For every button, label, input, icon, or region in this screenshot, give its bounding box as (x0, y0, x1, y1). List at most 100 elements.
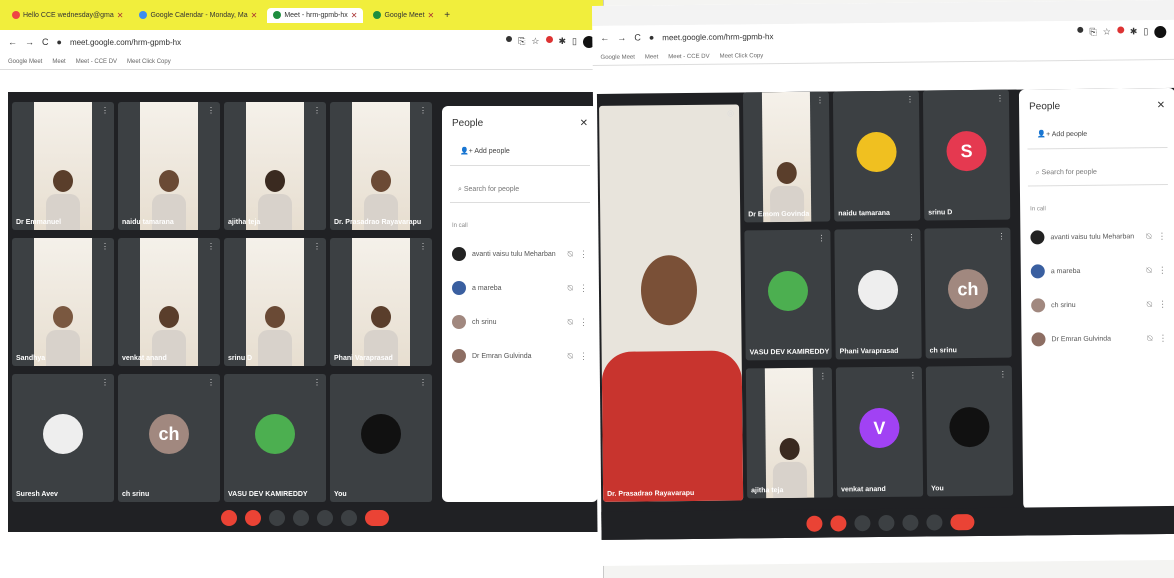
mic-toggle-button[interactable] (806, 515, 823, 532)
close-tab-icon[interactable]: ✕ (351, 11, 358, 20)
camera-indicator-icon[interactable] (506, 36, 513, 42)
bookmark-item[interactable]: Google Meet (601, 54, 635, 60)
bookmark-item[interactable]: Meet (52, 59, 65, 65)
captions-button[interactable] (269, 510, 285, 526)
reload-icon[interactable]: C (634, 32, 641, 42)
bookmark-item[interactable]: Google Meet (8, 59, 42, 65)
participant-list-item[interactable]: avanti vaisu tulu Meharban ⍉ ⋮ (442, 237, 598, 271)
reload-icon[interactable]: C (42, 37, 49, 47)
bookmark-item[interactable]: Meet Click Copy (720, 53, 764, 59)
raise-hand-button[interactable] (293, 510, 309, 526)
window-icon[interactable]: ▯ (572, 36, 577, 48)
star-icon[interactable]: ☆ (531, 36, 539, 48)
spotlight-tile[interactable]: ◎ Dr. Prasadrao Rayavarapu (599, 104, 744, 502)
mic-toggle-button[interactable] (221, 510, 237, 526)
participant-tile[interactable]: ⋮ naidu tamarana (832, 90, 921, 222)
bookmark-item[interactable]: Meet (645, 54, 658, 60)
bookmark-item[interactable]: Meet - CCE DV (76, 59, 117, 65)
more-options-icon[interactable]: ⋮ (579, 351, 588, 362)
leave-call-button[interactable] (950, 514, 975, 531)
participant-tile[interactable]: ⋮ Suresh Avev (12, 374, 114, 502)
camera-toggle-button[interactable] (830, 515, 847, 532)
close-icon[interactable]: ✕ (1157, 100, 1166, 111)
people-search-input[interactable]: ⌕ Search for people (1027, 159, 1168, 187)
participant-tile[interactable]: ⋮ VASU DEV KAMIREDDY (224, 374, 326, 502)
participant-tile[interactable]: ch ⋮ ch srinu (118, 374, 220, 502)
participant-list-name: ch srinu (472, 318, 497, 326)
extension-icon[interactable]: ⎘ (1089, 27, 1096, 39)
participant-tile[interactable]: ⋮ naidu tamarana (118, 102, 220, 230)
participant-list-item[interactable]: avanti vaisu tulu Meharban ⍉ ⋮ (1020, 219, 1174, 255)
participant-tile[interactable]: ⋮ You (925, 365, 1014, 497)
participant-tile[interactable]: ⋮ Dr Emom Govinda (742, 91, 831, 223)
address-bar[interactable]: meet.google.com/hrm-gpmb-hx (70, 38, 498, 47)
back-icon[interactable]: ← (8, 37, 17, 47)
leave-call-button[interactable] (365, 510, 389, 526)
present-button[interactable] (317, 510, 333, 526)
profile-avatar[interactable] (1154, 25, 1167, 39)
add-people-button[interactable]: 👤+ Add people (450, 137, 590, 166)
more-options-button[interactable] (341, 510, 357, 526)
more-options-icon[interactable]: ⋮ (1158, 264, 1167, 275)
participant-tile[interactable]: ⋮ Dr Emmanuel (12, 102, 114, 230)
people-search-input[interactable]: ⌕ Search for people (450, 178, 590, 203)
participant-list-item[interactable]: Dr Emran Gulvinda ⍉ ⋮ (442, 339, 598, 373)
more-options-icon[interactable]: ⋮ (1157, 230, 1166, 241)
close-tab-icon[interactable]: ✕ (251, 11, 258, 20)
bookmark-item[interactable]: Meet - CCE DV (668, 53, 709, 59)
forward-icon[interactable]: → (617, 33, 626, 43)
browser-tab[interactable]: Google Meet ✕ (367, 8, 440, 23)
participant-tile[interactable]: ⋮ Phani Varaprasad (330, 238, 432, 366)
more-options-icon[interactable]: ⋮ (579, 283, 588, 294)
participant-tile[interactable]: S ⋮ srinu D (922, 89, 1011, 221)
new-tab-icon[interactable]: + (444, 10, 450, 21)
extension-red-icon[interactable] (545, 36, 553, 43)
more-options-icon[interactable]: ⋮ (1158, 332, 1167, 343)
extension-red-icon[interactable] (1116, 26, 1124, 34)
pin-icon[interactable]: ◎ (727, 109, 734, 118)
participant-tile[interactable]: ⋮ ajitha teja (745, 367, 834, 499)
participant-list-item[interactable]: a mareba ⍉ ⋮ (442, 271, 598, 305)
more-options-icon[interactable]: ⋮ (579, 249, 588, 260)
present-button[interactable] (902, 514, 919, 531)
participant-tile[interactable]: ⋮ Phani Varaprasad (834, 228, 922, 360)
participant-list-item[interactable]: ch srinu ⍉ ⋮ (1021, 287, 1174, 323)
participant-tile[interactable]: ⋮ srinu D (224, 238, 326, 366)
puzzle-icon[interactable]: ✱ (1130, 26, 1138, 38)
close-tab-icon[interactable]: ✕ (428, 11, 435, 20)
extension-icon[interactable]: ⎘ (518, 36, 525, 48)
add-people-button[interactable]: 👤+ Add people (1027, 118, 1168, 150)
participant-list-item[interactable]: ch srinu ⍉ ⋮ (442, 305, 598, 339)
star-icon[interactable]: ☆ (1103, 27, 1111, 39)
mic-muted-icon: ⍉ (1147, 332, 1153, 343)
more-options-button[interactable] (926, 514, 943, 531)
puzzle-icon[interactable]: ✱ (559, 36, 567, 48)
close-icon[interactable]: ✕ (580, 118, 588, 129)
tab-favicon-icon (373, 11, 382, 19)
raise-hand-button[interactable] (878, 514, 895, 532)
forward-icon[interactable]: → (25, 37, 34, 47)
participant-list-item[interactable]: Dr Emran Gulvinda ⍉ ⋮ (1021, 321, 1174, 357)
camera-indicator-icon[interactable] (1077, 26, 1084, 33)
browser-tab[interactable]: Google Calendar - Monday, Ma ✕ (133, 8, 263, 23)
participant-tile[interactable]: ⋮ You (330, 374, 432, 502)
address-bar[interactable]: meet.google.com/hrm-gpmb-hx (662, 29, 1069, 42)
bookmark-item[interactable]: Meet Click Copy (127, 59, 171, 65)
camera-toggle-button[interactable] (245, 510, 261, 526)
participant-tile[interactable]: ch ⋮ ch srinu (924, 227, 1012, 359)
browser-tab-active[interactable]: Meet - hrm-gpmb-hx ✕ (267, 7, 364, 23)
participant-tile[interactable]: ⋮ venkat anand (118, 238, 220, 366)
browser-tab[interactable]: Hello CCE wednesday@gma ✕ (6, 8, 129, 23)
more-options-icon[interactable]: ⋮ (1158, 298, 1167, 309)
window-icon[interactable]: ▯ (1143, 26, 1148, 38)
close-tab-icon[interactable]: ✕ (117, 11, 124, 20)
participant-tile[interactable]: ⋮ Dr. Prasadrao Rayavarapu (330, 102, 432, 230)
more-options-icon[interactable]: ⋮ (579, 317, 588, 328)
participant-tile[interactable]: ⋮ Sandhya (12, 238, 114, 366)
participant-tile[interactable]: ⋮ VASU DEV KAMIREDDY (744, 229, 832, 361)
participant-tile[interactable]: V ⋮ venkat anand (835, 366, 924, 498)
captions-button[interactable] (854, 515, 871, 532)
participant-list-item[interactable]: a mareba ⍉ ⋮ (1021, 253, 1174, 289)
back-icon[interactable]: ← (600, 33, 609, 43)
participant-tile[interactable]: ⋮ ajitha teja (224, 102, 326, 230)
